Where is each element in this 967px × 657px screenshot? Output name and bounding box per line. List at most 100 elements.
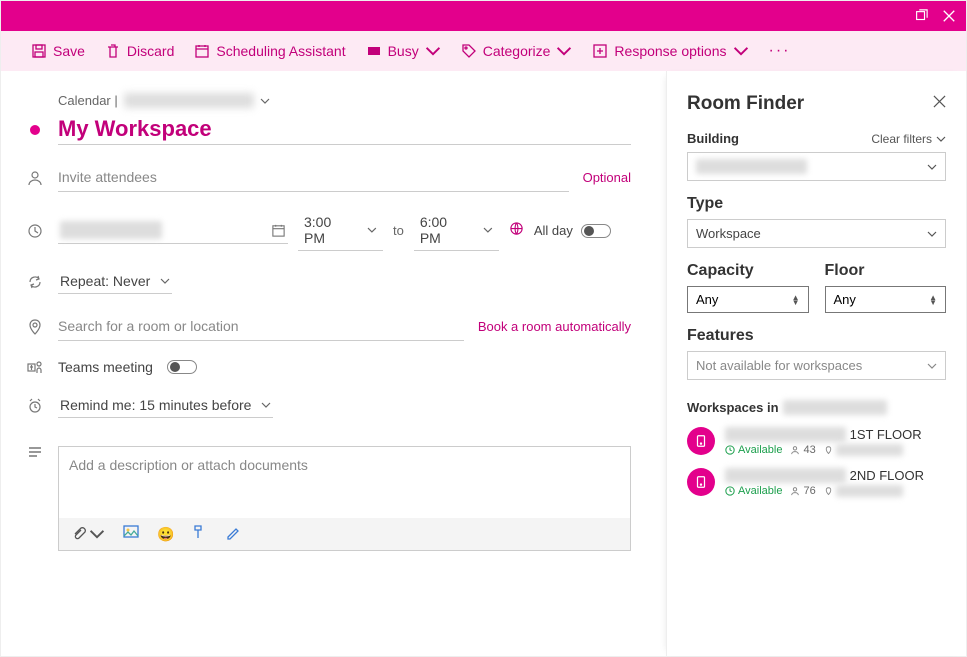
- building-label: Building: [687, 131, 739, 146]
- description-icon: [26, 444, 44, 460]
- discard-label: Discard: [127, 43, 174, 59]
- close-window-button[interactable]: [942, 9, 956, 23]
- description-input[interactable]: [59, 447, 630, 518]
- save-button[interactable]: Save: [31, 43, 85, 59]
- busy-dropdown[interactable]: Busy: [366, 43, 441, 59]
- workspace-item[interactable]: redacted1ST FLOOR Available 43 redacted: [687, 427, 946, 456]
- timezone-icon[interactable]: [509, 221, 524, 241]
- response-options-dropdown[interactable]: Response options: [592, 43, 748, 59]
- type-label: Type: [687, 195, 946, 213]
- calendar-picker[interactable]: Calendar | redacted: [58, 93, 631, 108]
- teams-icon: [26, 359, 44, 375]
- start-time-value: 3:00 PM: [304, 214, 355, 246]
- date-value: redacted: [60, 221, 162, 239]
- to-label: to: [393, 223, 404, 238]
- repeat-select[interactable]: Repeat: Never: [58, 269, 172, 294]
- workspace-name: redacted1ST FLOOR: [725, 427, 946, 442]
- floor-value: Any: [834, 292, 856, 307]
- floor-label: Floor: [825, 262, 947, 280]
- teams-label: Teams meeting: [58, 359, 153, 375]
- categorize-dropdown[interactable]: Categorize: [461, 43, 573, 59]
- capacity-value: Any: [696, 292, 718, 307]
- response-label: Response options: [614, 43, 726, 59]
- allday-label: All day: [534, 223, 573, 238]
- discard-button[interactable]: Discard: [105, 43, 174, 59]
- capacity-label: Capacity: [687, 262, 809, 280]
- workspace-status: Available: [725, 485, 782, 497]
- features-select[interactable]: Not available for workspaces: [687, 351, 946, 380]
- insert-image-button[interactable]: [123, 524, 139, 545]
- save-label: Save: [53, 43, 85, 59]
- room-finder-close-button[interactable]: [933, 95, 946, 113]
- event-title-input[interactable]: [58, 114, 631, 145]
- chevron-down-icon: [556, 43, 572, 59]
- spinner-arrows-icon: ▲▼: [792, 295, 800, 305]
- chevron-down-icon: [425, 43, 441, 59]
- floor-select[interactable]: Any ▲▼: [825, 286, 947, 313]
- type-select[interactable]: Workspace: [687, 219, 946, 248]
- building-value: redacted: [696, 159, 807, 174]
- repeat-value: Repeat: Never: [60, 273, 150, 289]
- format-painter-button[interactable]: [191, 524, 207, 545]
- workspace-status: Available: [725, 444, 782, 456]
- chevron-down-icon: [160, 276, 170, 286]
- room-finder-title: Room Finder: [687, 93, 804, 115]
- location-icon: [26, 319, 44, 335]
- reminder-icon: [26, 398, 44, 414]
- workspace-location: redacted: [824, 485, 903, 497]
- book-room-link[interactable]: Book a room automatically: [478, 319, 631, 334]
- calendar-account: redacted: [124, 93, 255, 108]
- workspace-capacity: 43: [790, 444, 815, 456]
- capacity-select[interactable]: Any ▲▼: [687, 286, 809, 313]
- reminder-select[interactable]: Remind me: 15 minutes before: [58, 393, 273, 418]
- more-commands-button[interactable]: ···: [769, 42, 791, 60]
- chevron-down-icon: [260, 96, 270, 106]
- chevron-down-icon: [483, 225, 493, 235]
- ink-button[interactable]: [225, 524, 241, 545]
- calendar-label: Calendar |: [58, 93, 118, 108]
- workspace-capacity: 76: [790, 485, 815, 497]
- busy-label: Busy: [388, 43, 419, 59]
- spinner-arrows-icon: ▲▼: [929, 295, 937, 305]
- workspace-icon: [687, 468, 715, 496]
- scheduling-label: Scheduling Assistant: [216, 43, 345, 59]
- workspace-location: redacted: [824, 444, 903, 456]
- chevron-down-icon: [261, 400, 271, 410]
- optional-attendees-link[interactable]: Optional: [583, 170, 631, 185]
- start-time-select[interactable]: 3:00 PM: [298, 210, 383, 251]
- building-select[interactable]: redacted: [687, 152, 946, 181]
- end-time-value: 6:00 PM: [420, 214, 471, 246]
- calendar-color-dot: [30, 125, 40, 135]
- type-value: Workspace: [696, 226, 761, 241]
- chevron-down-icon: [367, 225, 377, 235]
- repeat-icon: [26, 274, 44, 290]
- workspace-icon: [687, 427, 715, 455]
- person-icon: [26, 170, 44, 186]
- popout-button[interactable]: [914, 9, 928, 23]
- chevron-down-icon: [936, 134, 946, 144]
- clear-filters-link[interactable]: Clear filters: [871, 132, 946, 146]
- clock-icon: [26, 223, 44, 239]
- attach-button[interactable]: [71, 526, 105, 542]
- date-picker[interactable]: redacted: [58, 217, 288, 244]
- room-finder-panel: Room Finder Building Clear filters redac…: [666, 71, 966, 656]
- scheduling-assistant-button[interactable]: Scheduling Assistant: [194, 43, 345, 59]
- location-input[interactable]: [58, 312, 464, 341]
- command-bar: Save Discard Scheduling Assistant Busy C…: [1, 31, 966, 71]
- end-time-select[interactable]: 6:00 PM: [414, 210, 499, 251]
- features-value: Not available for workspaces: [696, 358, 862, 373]
- title-bar: [1, 1, 966, 31]
- emoji-button[interactable]: 😀: [157, 526, 173, 542]
- chevron-down-icon: [927, 229, 937, 239]
- categorize-label: Categorize: [483, 43, 551, 59]
- calendar-icon: [271, 223, 286, 238]
- workspaces-header: Workspaces in redacted: [687, 400, 946, 415]
- workspace-name: redacted2ND FLOOR: [725, 468, 946, 483]
- description-box: 😀: [58, 446, 631, 551]
- teams-toggle[interactable]: [167, 360, 197, 374]
- workspace-item[interactable]: redacted2ND FLOOR Available 76 redacted: [687, 468, 946, 497]
- allday-toggle[interactable]: [581, 224, 611, 238]
- chevron-down-icon: [733, 43, 749, 59]
- attendees-input[interactable]: [58, 163, 569, 192]
- chevron-down-icon: [927, 361, 937, 371]
